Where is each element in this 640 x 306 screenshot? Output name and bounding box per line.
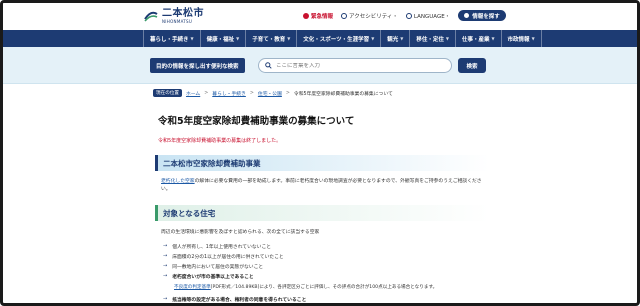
accessibility-icon <box>341 12 348 19</box>
nav-label: 移住・定住 <box>416 36 444 43</box>
chevron-right-icon: > <box>285 90 290 96</box>
program-description: 老朽化した空家の解体に必要な費用の一部を助成します。事前に老朽度合いの現地調査が… <box>161 178 491 194</box>
chevron-down-icon: ▼ <box>371 36 375 41</box>
globe-icon <box>405 12 412 19</box>
nav-item-tourism[interactable]: 観光 ▼ <box>381 30 411 47</box>
find-info-label: 情報を探す <box>472 13 500 20</box>
arrow-right-icon: → <box>163 243 168 249</box>
arrow-right-icon: → <box>163 273 168 279</box>
chevron-right-icon: > <box>249 90 254 96</box>
arrow-right-icon: → <box>163 263 168 269</box>
language-link[interactable]: LANGUAGE・ <box>405 12 451 20</box>
nav-item-city[interactable]: 市政情報 ▼ <box>502 30 542 47</box>
chevron-down-icon: ▼ <box>531 36 535 41</box>
emergency-label: 緊急情報 <box>311 13 334 20</box>
condition-text: 床面積の2分の1以上が居住の用に供されていたこと <box>172 255 284 260</box>
global-nav: 暮らし・手続き ▼ 健康・福祉 ▼ 子育て・教育 ▼ 文化・スポーツ・生涯学習 ▼ 観光… <box>3 30 637 47</box>
search-band: 目的の情報を探し出す便利な検索 検索 <box>3 47 637 84</box>
browser-frame: 二本松市 NIHONMATSU 緊急情報 アクセシビリティ・ LANGUAGE・… <box>0 0 640 306</box>
info-icon <box>464 13 470 18</box>
breadcrumb-link-living[interactable]: 暮らし・手続き <box>212 90 246 97</box>
program-description-text: の解体に必要な費用の一部を助成します。事前に老朽度合いの現地調査が必要となります… <box>161 179 482 192</box>
accessibility-link[interactable]: アクセシビリティ・ <box>341 12 398 20</box>
nav-label: 仕事・産業 <box>461 36 490 43</box>
chevron-down-icon: ▼ <box>287 36 291 41</box>
condition-detail-text: [PDF形式／104.89KB]により、各評定区分ごとに評価し、その評点の合計が… <box>210 285 438 290</box>
search-input[interactable] <box>276 62 446 69</box>
section-heading-program: 二本松市空家除却費補助事業 <box>155 155 489 171</box>
nav-item-childcare[interactable]: 子育て・教育 ▼ <box>246 30 298 47</box>
breadcrumb-link-housing[interactable]: 住宅・公園 <box>258 90 282 97</box>
chevron-down-icon: ▼ <box>491 36 495 41</box>
search-icon <box>265 62 272 69</box>
accessibility-label: アクセシビリティ・ <box>349 13 398 20</box>
nav-item-living[interactable]: 暮らし・手続き ▼ <box>143 30 201 47</box>
search-box[interactable] <box>258 58 452 73</box>
nav-item-culture[interactable]: 文化・スポーツ・生涯学習 ▼ <box>297 30 382 47</box>
list-item: → 老朽度合いが市の基準以上であること <box>163 273 284 283</box>
alert-icon <box>303 12 309 19</box>
list-item: → 床面積の2分の1以上が居住の用に供されていたこと <box>163 253 284 263</box>
condition-text: 抵当権等の設定がある場合、権利者の同意を得られていること <box>172 298 307 303</box>
language-label: LANGUAGE・ <box>413 13 451 20</box>
emergency-link[interactable]: 緊急情報 <box>303 12 333 20</box>
chevron-down-icon: ▼ <box>190 36 194 41</box>
site-header: 二本松市 NIHONMATSU 緊急情報 アクセシビリティ・ LANGUAGE・… <box>3 3 637 30</box>
chevron-down-icon: ▼ <box>445 36 449 41</box>
nav-label: 暮らし・手続き <box>150 36 189 43</box>
nav-item-health[interactable]: 健康・福祉 ▼ <box>201 30 247 47</box>
breadcrumb-link-home[interactable]: ホーム <box>186 90 200 97</box>
logo-mark-icon <box>144 11 158 22</box>
list-item: → 同一敷地内において居住の実態がないこと <box>163 263 284 273</box>
nav-label: 観光 <box>387 36 399 43</box>
logo-title: 二本松市 <box>162 7 204 19</box>
old-vacant-house-link[interactable]: 老朽化した空家 <box>161 179 195 184</box>
find-info-button[interactable]: 情報を探す <box>458 10 506 21</box>
breadcrumb: 現在の位置 ホーム > 暮らし・手続き > 住宅・公園 > 令和5年度空家除却費… <box>153 89 393 97</box>
header-utility-links: 緊急情報 アクセシビリティ・ LANGUAGE・ 情報を探す <box>303 10 506 21</box>
chevron-right-icon: > <box>204 90 209 96</box>
conditions-list: → 個人が所有し、1年以上使用されていないこと → 床面積の2分の1以上が居住の用に… <box>163 243 284 283</box>
nav-item-work[interactable]: 仕事・産業 ▼ <box>456 30 502 47</box>
search-button[interactable]: 検索 <box>458 58 486 73</box>
condition-detail: 不良度の判定基準[PDF形式／104.89KB]により、各評定区分ごとに評価し、… <box>174 284 437 290</box>
chevron-down-icon: ▼ <box>400 36 404 41</box>
list-item: → 抵当権等の設定がある場合、権利者の同意を得られていること <box>163 296 307 303</box>
closed-notice: 令和5年度空家除却費補助事業の募集は終了しました。 <box>158 138 282 144</box>
site-logo[interactable]: 二本松市 NIHONMATSU <box>143 8 204 24</box>
nav-label: 子育て・教育 <box>252 36 286 43</box>
section-heading-eligible: 対象となる住宅 <box>155 205 489 221</box>
nav-label: 文化・スポーツ・生涯学習 <box>303 36 370 43</box>
list-item: → 個人が所有し、1年以上使用されていないこと <box>163 243 284 253</box>
logo-subtitle: NIHONMATSU <box>162 18 193 24</box>
nav-label: 市政情報 <box>507 36 530 43</box>
condition-text: 同一敷地内において居住の実態がないこと <box>172 265 264 270</box>
chevron-down-icon: ▼ <box>236 36 240 41</box>
nav-label: 健康・福祉 <box>206 36 235 43</box>
arrow-right-icon: → <box>163 253 168 259</box>
arrow-right-icon: → <box>163 296 168 302</box>
eligible-intro: 周辺の生活環境に悪影響を及ぼすと認められる、次の全てに該当する空家 <box>161 230 320 235</box>
condition-text: 個人が所有し、1年以上使用されていないこと <box>172 245 272 250</box>
page-title: 令和5年度空家除却費補助事業の募集について <box>158 116 355 127</box>
criteria-pdf-link[interactable]: 不良度の判定基準 <box>174 285 211 290</box>
search-band-label: 目的の情報を探し出す便利な検索 <box>150 58 245 73</box>
breadcrumb-current: 令和5年度空家除却費補助事業の募集について <box>293 91 393 97</box>
breadcrumb-tag: 現在の位置 <box>153 89 182 97</box>
nav-item-migration[interactable]: 移住・定住 ▼ <box>410 30 456 47</box>
condition-text: 老朽度合いが市の基準以上であること <box>172 275 254 280</box>
